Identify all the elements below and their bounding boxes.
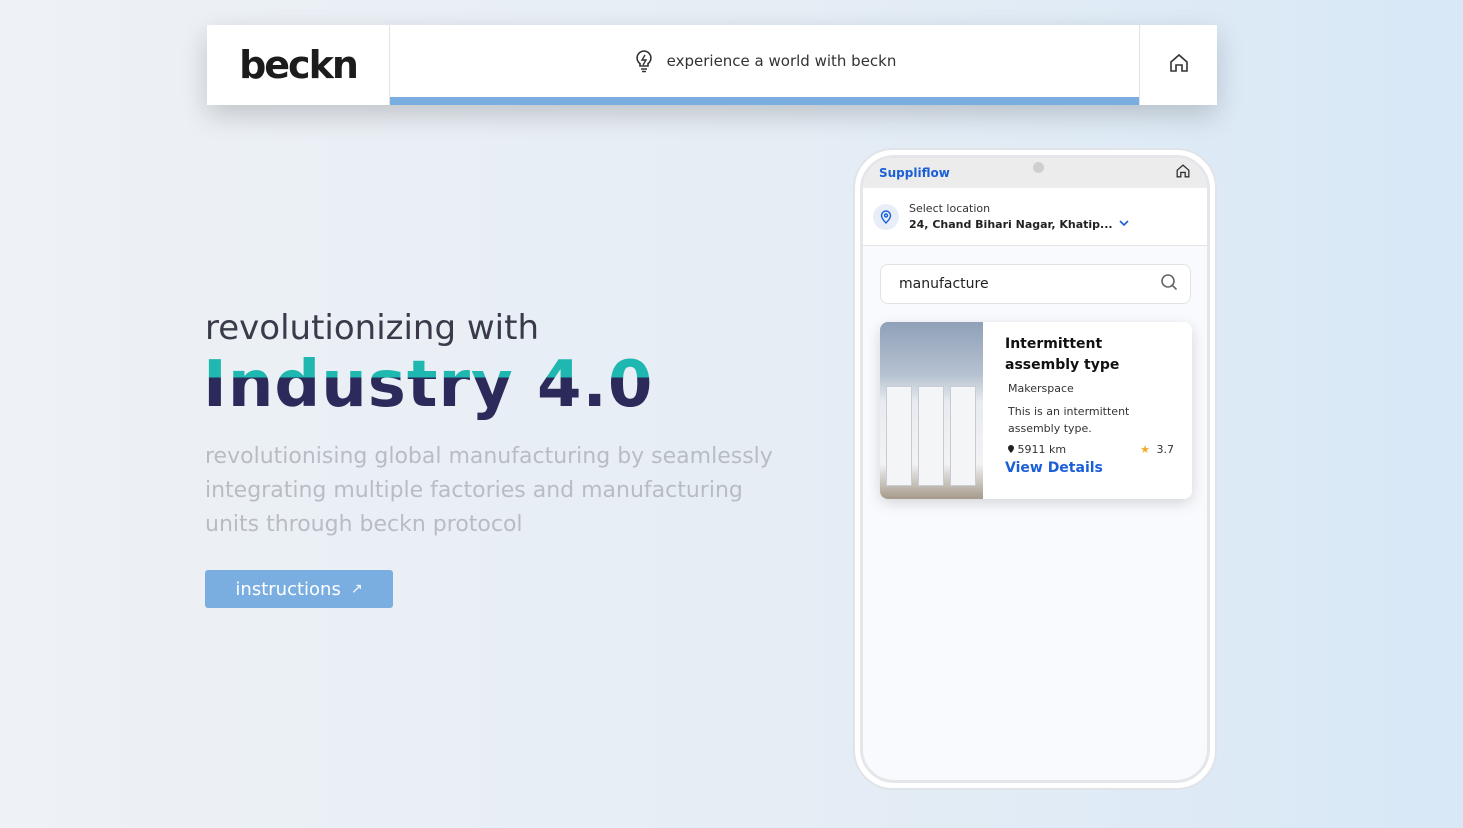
home-button[interactable] — [1139, 25, 1217, 105]
tagline-container: experience a world with beckn — [390, 25, 1139, 105]
bulb-icon — [633, 49, 655, 73]
location-pin-icon — [1008, 443, 1018, 456]
search-value: manufacture — [899, 276, 989, 292]
machine-unit — [918, 386, 944, 486]
hero-title: Industry 4.0 — [203, 348, 654, 422]
search-icon[interactable] — [1160, 273, 1178, 295]
location-value: 24, Chand Bihari Nagar, Khatip... — [909, 218, 1129, 231]
loading-progress-fill — [390, 97, 1139, 105]
tagline-text: experience a world with beckn — [666, 52, 897, 70]
instructions-button-label: instructions — [235, 578, 341, 600]
product-provider: Makerspace — [1008, 382, 1074, 395]
view-details-link[interactable]: View Details — [1005, 460, 1174, 476]
instructions-button[interactable]: instructions ↗ — [205, 570, 393, 608]
machine-unit — [950, 386, 976, 486]
app-header: Suppliflow — [863, 158, 1207, 188]
location-address: 24, Chand Bihari Nagar, Khatip... — [909, 218, 1113, 231]
product-details: Intermittent assembly type Makerspace Th… — [983, 322, 1192, 499]
search-input[interactable]: manufacture — [880, 264, 1191, 304]
product-description: This is an intermittent assembly type. — [1008, 405, 1130, 435]
location-label: Select location — [909, 202, 991, 215]
distance-info: 5911 km — [1008, 443, 1066, 456]
location-text: Select location 24, Chand Bihari Nagar, … — [909, 202, 1129, 231]
phone-mockup: Suppliflow Select location 24, Chand Bih… — [853, 148, 1217, 790]
hero-subtitle: revolutionizing with — [205, 308, 540, 348]
home-icon[interactable] — [1175, 163, 1191, 183]
location-pin-icon — [873, 203, 899, 230]
loading-progress-bar — [390, 97, 1139, 105]
product-meta: 5911 km ★ 3.7 — [1008, 443, 1174, 456]
camera-dot — [1033, 162, 1044, 173]
machine-unit — [886, 386, 912, 486]
location-selector[interactable]: Select location 24, Chand Bihari Nagar, … — [863, 188, 1207, 246]
product-card[interactable]: Intermittent assembly type Makerspace Th… — [880, 322, 1192, 499]
star-icon: ★ — [1140, 443, 1150, 456]
logo-container[interactable]: beckn — [207, 25, 390, 105]
top-navbar: beckn experience a world with beckn — [207, 25, 1217, 105]
rating-value: 3.7 — [1156, 443, 1175, 456]
phone-screen: Suppliflow Select location 24, Chand Bih… — [860, 155, 1210, 783]
product-image[interactable] — [880, 322, 983, 499]
hero-description: revolutionising global manufacturing by … — [205, 444, 773, 537]
distance-value: 5911 km — [1017, 443, 1067, 456]
app-brand[interactable]: Suppliflow — [879, 166, 950, 180]
rating-info: ★ 3.7 — [1140, 443, 1174, 456]
product-title: Intermittent assembly type — [1005, 336, 1120, 373]
arrow-up-right-icon: ↗ — [350, 581, 363, 597]
chevron-down-icon[interactable] — [1119, 219, 1129, 230]
home-icon — [1168, 52, 1190, 78]
beckn-logo[interactable]: beckn — [239, 43, 359, 87]
